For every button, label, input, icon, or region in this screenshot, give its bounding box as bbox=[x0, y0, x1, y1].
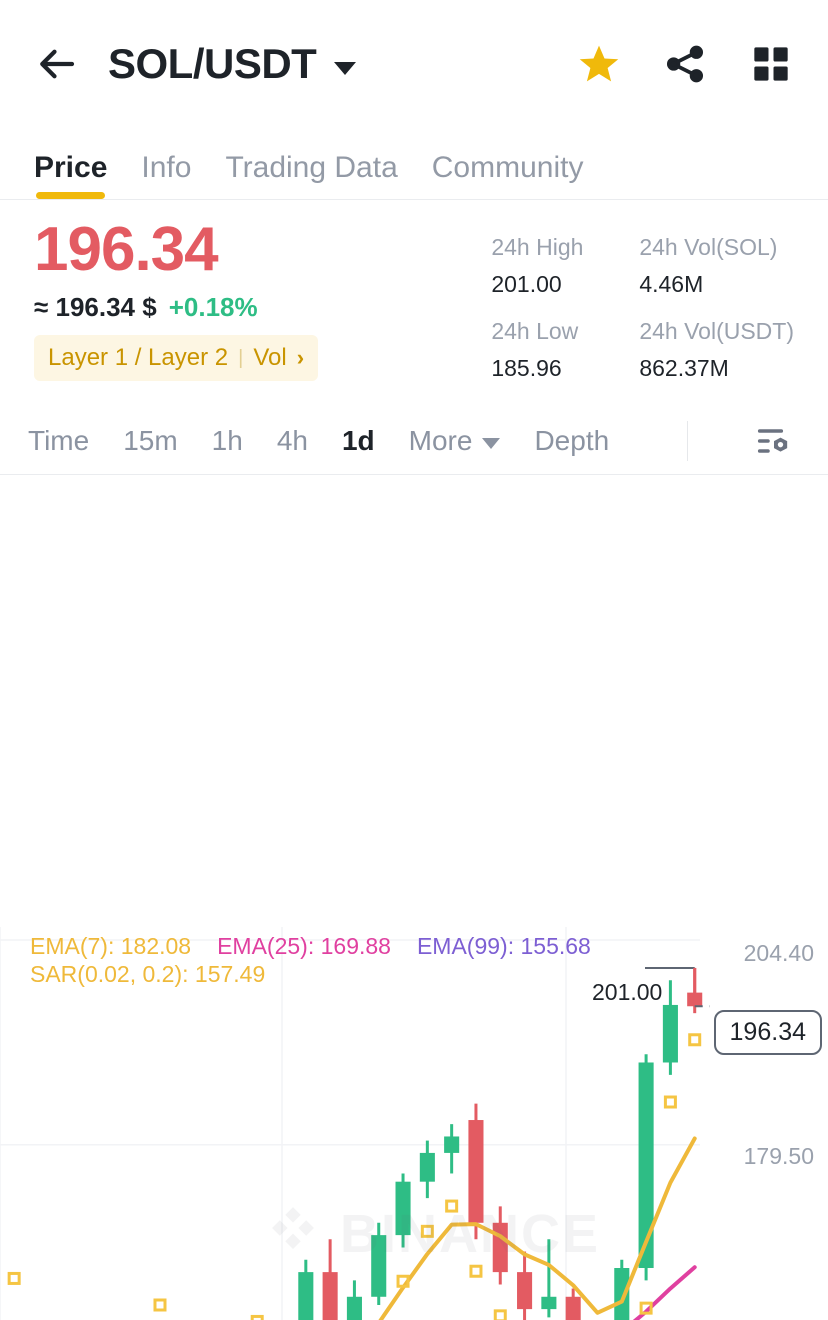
price-change-percent: +0.18% bbox=[168, 292, 258, 323]
depth-tab[interactable]: Depth bbox=[534, 425, 609, 457]
chevron-down-icon[interactable] bbox=[334, 61, 357, 75]
legend-sar: SAR(0.02, 0.2): 157.49 bbox=[30, 960, 266, 987]
stat-label-24h-high: 24h High bbox=[491, 234, 584, 260]
price-tick-0: 204.40 bbox=[743, 939, 814, 966]
stat-value-24h-high: 201.00 bbox=[491, 270, 562, 297]
grid-icon[interactable] bbox=[748, 41, 794, 87]
last-price: 196.34 bbox=[34, 215, 219, 284]
header-actions bbox=[576, 41, 794, 87]
app-header: SOL/USDT bbox=[0, 0, 828, 128]
page-title[interactable]: SOL/USDT bbox=[108, 40, 317, 88]
chart-settings-icon[interactable] bbox=[746, 421, 800, 461]
stat-label-24h-low: 24h Low bbox=[491, 318, 579, 345]
stat-label-24h-vol-sol: 24h Vol(SOL) bbox=[639, 234, 778, 260]
chevron-right-icon: › bbox=[296, 345, 305, 371]
price-secondary-row: ≈ 196.34 $ +0.18% bbox=[34, 292, 318, 323]
category-badge[interactable]: Layer 1 / Layer 2 | Vol › bbox=[34, 335, 319, 382]
legend-ema99: EMA(99): 155.68 bbox=[416, 932, 591, 959]
sar-legend: SAR(0.02, 0.2): 157.49 bbox=[30, 961, 265, 988]
interval-more-label: More bbox=[408, 425, 473, 457]
interval-more[interactable]: More bbox=[409, 425, 501, 457]
chart-area[interactable]: EMA(7): 182.08 EMA(25): 169.88 EMA(99): … bbox=[0, 475, 828, 1320]
market-stats: 24h High 24h Vol(SOL) 201.00 4.46M 24h L… bbox=[491, 216, 794, 399]
interval-4h[interactable]: 4h bbox=[277, 425, 308, 457]
price-summary: 196.34 ≈ 196.34 $ +0.18% Layer 1 / Layer… bbox=[0, 200, 828, 409]
tab-price[interactable]: Price bbox=[34, 151, 107, 199]
price-block: 196.34 ≈ 196.34 $ +0.18% Layer 1 / Layer… bbox=[34, 215, 319, 399]
stat-value-24h-vol-sol: 4.46M bbox=[639, 270, 704, 297]
legend-ema7: EMA(7): 182.08 bbox=[30, 932, 192, 959]
interval-1d[interactable]: 1d bbox=[342, 425, 375, 457]
back-arrow-icon[interactable] bbox=[34, 40, 82, 88]
fiat-price: ≈ 196.34 $ bbox=[34, 292, 157, 323]
price-tick-1: 179.50 bbox=[743, 1142, 814, 1169]
star-icon[interactable] bbox=[576, 41, 622, 87]
badge-category-label: Layer 1 / Layer 2 bbox=[48, 344, 229, 372]
ema-legend: EMA(7): 182.08 EMA(25): 169.88 EMA(99): … bbox=[30, 933, 591, 960]
chevron-down-icon bbox=[482, 438, 501, 450]
section-tabs: Price Info Trading Data Community bbox=[0, 128, 828, 200]
tab-trading-data[interactable]: Trading Data bbox=[225, 151, 397, 199]
last-price-tag: 196.34 bbox=[713, 1009, 822, 1055]
badge-vol-label: Vol bbox=[253, 344, 287, 372]
tab-info[interactable]: Info bbox=[141, 151, 191, 199]
interval-1h[interactable]: 1h bbox=[212, 425, 243, 457]
interval-time[interactable]: Time bbox=[28, 425, 89, 457]
trading-chart-screen: SOL/USDT Price Info Trading Data Communi… bbox=[0, 0, 828, 1320]
interval-toolbar: Time 15m 1h 4h 1d More Depth bbox=[0, 409, 828, 475]
toolbar-divider bbox=[687, 421, 688, 462]
tab-community[interactable]: Community bbox=[432, 151, 584, 199]
period-high-label: 201.00 bbox=[592, 978, 663, 1005]
stat-label-24h-vol-usdt: 24h Vol(USDT) bbox=[639, 318, 794, 345]
badge-separator: | bbox=[238, 346, 244, 369]
interval-15m[interactable]: 15m bbox=[123, 425, 177, 457]
stat-value-24h-vol-usdt: 862.37M bbox=[639, 355, 729, 382]
legend-ema25: EMA(25): 169.88 bbox=[217, 932, 391, 959]
stat-value-24h-low: 185.96 bbox=[491, 355, 562, 382]
share-icon[interactable] bbox=[662, 41, 708, 87]
